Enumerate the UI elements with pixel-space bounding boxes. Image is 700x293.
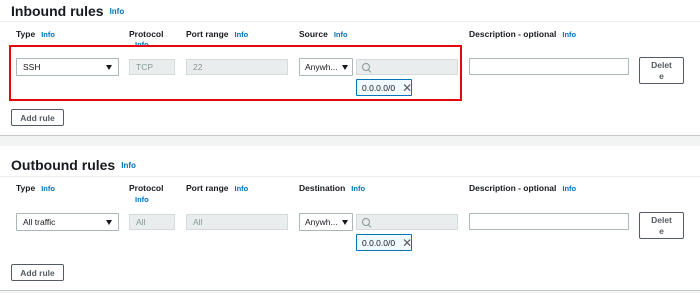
- inbound-col-port-range: Port range Info: [186, 29, 248, 40]
- close-icon[interactable]: ✕: [402, 82, 412, 94]
- caret-down-icon: [342, 64, 348, 70]
- inbound-source-select[interactable]: Anywh...: [299, 58, 353, 76]
- inbound-col-description: Description - optional Info: [469, 29, 576, 40]
- outbound-type-value: All traffic: [23, 217, 56, 227]
- inbound-type-info-link[interactable]: Info: [41, 30, 55, 39]
- inbound-col-source: Source Info: [299, 29, 348, 40]
- outbound-add-rule-button[interactable]: Add rule: [11, 264, 64, 281]
- outbound-col-type: Type Info: [16, 183, 55, 194]
- outbound-col-description: Description - optional Info: [469, 183, 576, 194]
- outbound-port-info-link[interactable]: Info: [235, 184, 249, 193]
- outbound-port-range-value: All: [193, 217, 203, 227]
- inbound-cidr-token: 0.0.0.0/0 ✕: [356, 79, 412, 96]
- outbound-cidr-token: 0.0.0.0/0 ✕: [356, 234, 412, 251]
- caret-down-icon: [106, 219, 112, 225]
- outbound-type-select[interactable]: All traffic: [16, 213, 119, 231]
- outbound-col-destination: Destination Info: [299, 183, 365, 194]
- close-icon[interactable]: ✕: [402, 237, 412, 249]
- inbound-protocol-value: TCP: [136, 62, 153, 72]
- outbound-delete-button[interactable]: Delete: [639, 212, 684, 239]
- inbound-description-info-link[interactable]: Info: [562, 30, 576, 39]
- inbound-col-source-label: Source: [299, 29, 328, 39]
- outbound-col-port-range: Port range Info: [186, 183, 248, 194]
- inbound-delete-button[interactable]: Delete: [639, 57, 684, 84]
- outbound-col-destination-label: Destination: [299, 183, 346, 193]
- inbound-rules-heading: Inbound rules: [11, 3, 104, 19]
- outbound-info-link[interactable]: Info: [121, 161, 136, 170]
- outbound-type-info-link[interactable]: Info: [41, 184, 55, 193]
- outbound-col-description-label: Description - optional: [469, 183, 557, 193]
- inbound-col-type-label: Type: [16, 29, 36, 39]
- inbound-rules-title: Inbound rules Info: [11, 3, 124, 19]
- outbound-port-range-field: All: [186, 214, 288, 230]
- inbound-cidr-search-input[interactable]: [356, 59, 458, 75]
- inbound-delete-label: Delete: [651, 59, 672, 81]
- inbound-add-rule-label: Add rule: [20, 112, 55, 123]
- outbound-destination-value: Anywh...: [305, 217, 338, 227]
- outbound-col-type-label: Type: [16, 183, 36, 193]
- outbound-protocol-value: All: [136, 217, 146, 227]
- outbound-destination-info-link[interactable]: Info: [351, 184, 365, 193]
- inbound-add-rule-button[interactable]: Add rule: [11, 109, 64, 126]
- outbound-description-input[interactable]: [469, 213, 629, 230]
- section-gap: [0, 136, 700, 146]
- outbound-col-protocol: Protocol: [129, 183, 163, 194]
- inbound-protocol-field: TCP: [129, 59, 175, 75]
- outbound-add-rule-label: Add rule: [20, 267, 55, 278]
- inbound-header-divider: [0, 21, 700, 22]
- outbound-col-port-range-label: Port range: [186, 183, 229, 193]
- inbound-col-description-label: Description - optional: [469, 29, 557, 39]
- inbound-port-range-value: 22: [193, 62, 203, 72]
- inbound-port-info-link[interactable]: Info: [235, 30, 249, 39]
- outbound-protocol-field: All: [129, 214, 175, 230]
- inbound-cidr-value: 0.0.0.0/0: [362, 82, 396, 93]
- outbound-destination-select[interactable]: Anywh...: [299, 213, 353, 231]
- inbound-col-protocol: Protocol: [129, 29, 163, 40]
- inbound-info-link[interactable]: Info: [110, 7, 125, 16]
- outbound-delete-label: Delete: [651, 214, 672, 236]
- outbound-header-divider: [0, 176, 700, 177]
- inbound-source-info-link[interactable]: Info: [334, 30, 348, 39]
- outbound-cidr-search-input[interactable]: [356, 214, 458, 230]
- outbound-rules-heading: Outbound rules: [11, 157, 116, 173]
- inbound-col-port-range-label: Port range: [186, 29, 229, 39]
- inbound-col-protocol-label: Protocol: [129, 29, 164, 39]
- search-icon: [362, 62, 371, 72]
- inbound-col-type: Type Info: [16, 29, 55, 40]
- outbound-protocol-info-link[interactable]: Info: [135, 195, 149, 204]
- outbound-description-info-link[interactable]: Info: [562, 184, 576, 193]
- inbound-description-input[interactable]: [469, 58, 629, 75]
- caret-down-icon: [106, 64, 112, 70]
- search-icon: [362, 217, 371, 227]
- inbound-source-value: Anywh...: [305, 62, 338, 72]
- caret-down-icon: [342, 219, 348, 225]
- inbound-type-value: SSH: [23, 62, 41, 72]
- outbound-rules-title: Outbound rules Info: [11, 157, 136, 173]
- outbound-cidr-value: 0.0.0.0/0: [362, 237, 396, 248]
- inbound-port-range-field: 22: [186, 59, 288, 75]
- outbound-col-protocol-label: Protocol: [129, 183, 164, 193]
- inbound-type-select[interactable]: SSH: [16, 58, 119, 76]
